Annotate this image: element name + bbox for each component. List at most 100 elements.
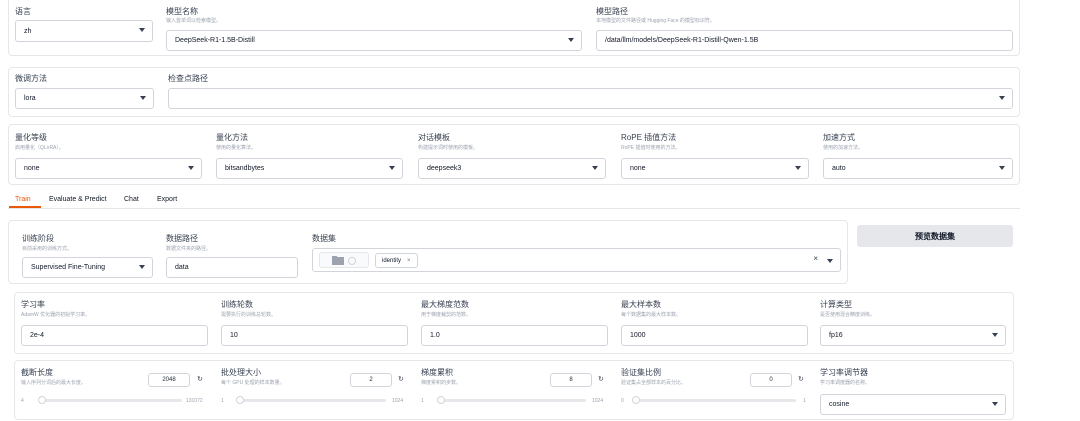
lr-scheduler-hint: 学习率调度器的名称。 [820,380,871,386]
close-icon[interactable]: × [407,258,411,264]
reset-icon[interactable]: ↻ [798,375,804,383]
chevron-down-icon[interactable] [827,259,833,263]
quant-bit-hint: 启用量化（QLoRA）。 [15,145,64,151]
batch-size-slider[interactable] [236,396,386,404]
batch-size-label: 批处理大小 [221,368,261,377]
chevron-down-icon [139,28,145,32]
chevron-down-icon [795,166,801,170]
dataset-tag-label: identity [382,257,402,264]
dataset-multiselect[interactable]: identity × × [312,248,841,272]
language-value: zh [24,27,32,35]
model-name-select[interactable]: DeepSeek-R1-1.5B-Distill [166,30,582,51]
dataset-dir-input[interactable]: data [166,257,298,278]
cutoff-len-label: 截断长度 [21,368,53,377]
tab-export[interactable]: Export [157,196,177,203]
grad-accum-number[interactable]: 8 [550,373,592,387]
stage-value: Supervised Fine-Tuning [31,264,106,271]
dataset-label: 数据集 [312,234,336,243]
chevron-down-icon [188,166,194,170]
compute-type-hint: 是否使用混合精度训练。 [820,312,876,318]
val-size-label: 验证集比例 [621,368,661,377]
val-size-slider[interactable] [632,396,796,404]
chevron-down-icon [389,166,395,170]
rope-select[interactable]: none [621,158,809,179]
tab-train[interactable]: Train [15,196,31,203]
batch-size-slider-knob[interactable] [236,396,244,404]
batch-size-number[interactable]: 2 [350,373,392,387]
cutoff-len-slider[interactable] [38,396,182,404]
booster-label: 加速方式 [823,133,855,142]
language-label: 语言 [15,7,31,16]
booster-hint: 使用的加速方法。 [823,145,864,151]
model-path-input[interactable]: /data/llm/models/DeepSeek-R1-Distill-Qwe… [596,30,1013,51]
batch-size-hint: 每个 GPU 处理的样本数量。 [221,380,285,386]
chevron-down-icon [992,402,998,406]
checkpoint-label: 检查点路径 [168,74,208,83]
booster-select[interactable]: auto [823,158,1013,179]
quant-method-label: 量化方法 [216,133,248,142]
template-select[interactable]: deepseek3 [418,158,606,179]
learning-rate-input[interactable]: 2e-4 [21,325,208,346]
val-size-slider-knob[interactable] [632,396,640,404]
max-grad-norm-label: 最大梯度范数 [421,300,469,309]
chevron-down-icon [992,333,998,337]
max-grad-norm-input[interactable]: 1.0 [421,325,608,346]
chevron-down-icon [140,96,146,100]
compute-type-select[interactable]: fp16 [820,325,1006,346]
lr-scheduler-label: 学习率调节器 [820,368,868,377]
grad-accum-max: 1024 [592,398,604,404]
stage-hint: 目前采用的训练方式。 [22,246,73,252]
template-value: deepseek3 [427,165,462,172]
grad-accum-hint: 梯度累积的步数。 [421,380,462,386]
grad-accum-slider[interactable] [437,396,586,404]
dataset-dir-hint: 数据文件夹的路径。 [166,246,212,252]
compute-type-value: fp16 [829,332,843,339]
lr-scheduler-select[interactable]: cosine [820,394,1006,415]
tab-evaluate-predict[interactable]: Evaluate & Predict [49,196,107,203]
epochs-input[interactable]: 10 [221,325,408,346]
reset-icon[interactable]: ↻ [598,375,604,383]
finetune-method-label: 微调方法 [15,74,47,83]
preview-dataset-button[interactable]: 预览数据集 [857,225,1013,247]
quant-method-hint: 使用的量化算法。 [216,145,257,151]
model-name-hint: 输入首单词以检索模型。 [166,18,222,24]
cutoff-len-max: 131072 [186,398,203,404]
stage-label: 训练阶段 [22,234,54,243]
booster-value: auto [832,165,846,172]
model-path-hint: 本地模型的文件路径或 Hugging Face 的模型标识符。 [596,18,715,24]
val-size-number[interactable]: 0 [750,373,792,387]
learning-rate-hint: AdamW 优化器的初始学习率。 [21,312,91,318]
max-samples-input[interactable]: 1000 [621,325,808,346]
model-path-label: 模型路径 [596,7,628,16]
stage-select[interactable]: Supervised Fine-Tuning [22,257,153,278]
grad-accum-slider-knob[interactable] [437,396,445,404]
cutoff-len-hint: 输入序列分词后的最大长度。 [21,380,87,386]
reset-icon[interactable]: ↻ [398,375,404,383]
grad-accum-min: 1 [421,398,424,404]
template-hint: 构建提示词时使用的模板。 [418,145,479,151]
tab-chat[interactable]: Chat [124,196,139,203]
reset-icon[interactable]: ↻ [197,375,203,383]
dataset-tag[interactable]: identity × [375,253,418,268]
val-size-min: 0 [621,398,624,404]
rope-value: none [630,165,646,172]
template-label: 对话模板 [418,133,450,142]
cutoff-len-slider-knob[interactable] [38,396,46,404]
quant-bit-label: 量化等级 [15,133,47,142]
epochs-hint: 需要执行的训练总轮数。 [221,312,277,318]
model-name-value: DeepSeek-R1-1.5B-Distill [175,37,255,44]
finetune-method-select[interactable]: lora [15,88,154,109]
checkpoint-select[interactable] [168,88,1013,109]
folder-icon[interactable] [319,252,369,268]
max-samples-hint: 每个数据集的最大样本数。 [621,312,682,318]
chevron-down-icon [999,166,1005,170]
cutoff-len-number[interactable]: 2048 [148,373,190,387]
batch-size-min: 1 [221,398,224,404]
language-select[interactable]: zh [15,20,153,42]
dataset-dir-label: 数据路径 [166,234,198,243]
epochs-label: 训练轮数 [221,300,253,309]
clear-icon[interactable]: × [813,254,818,263]
quant-method-select[interactable]: bitsandbytes [216,158,403,179]
quant-method-value: bitsandbytes [225,165,265,172]
quant-bit-select[interactable]: none [15,158,202,179]
